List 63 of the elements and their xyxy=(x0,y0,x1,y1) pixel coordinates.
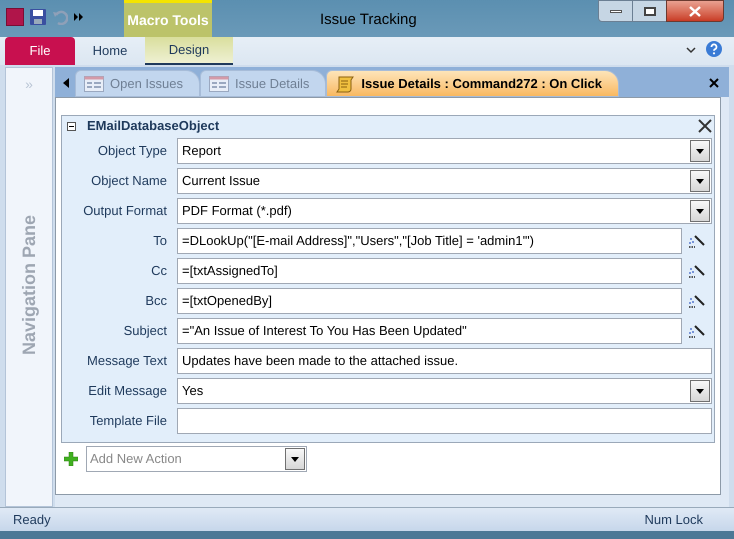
num-lock-indicator: Num Lock xyxy=(644,510,703,529)
help-icon[interactable] xyxy=(706,41,722,57)
collapse-toggle[interactable] xyxy=(67,122,76,130)
scroll-icon xyxy=(335,74,356,92)
add-action-input[interactable]: Add New Action xyxy=(87,449,285,469)
dropdown-button[interactable] xyxy=(690,140,710,162)
customize-toolbar-icon[interactable] xyxy=(74,13,84,21)
status-text: Ready xyxy=(13,510,51,529)
app-logo xyxy=(6,8,24,26)
close-icon xyxy=(689,6,701,16)
builder-wand-icon[interactable] xyxy=(688,263,706,279)
argument-field[interactable]: =[txtOpenedBy] xyxy=(177,288,682,314)
argument-field[interactable] xyxy=(177,408,712,434)
argument-dropdown[interactable]: Report xyxy=(177,138,712,164)
maximize-button[interactable] xyxy=(633,0,666,22)
add-action-dropdown[interactable]: Add New Action xyxy=(86,446,307,472)
caret-icon xyxy=(696,208,704,214)
window-title: Issue Tracking xyxy=(320,10,417,30)
contextual-group-label: Macro Tools xyxy=(127,10,209,30)
caret-icon xyxy=(291,456,299,462)
dropdown-button[interactable] xyxy=(285,448,305,470)
form-icon xyxy=(84,76,104,92)
dropdown-button[interactable] xyxy=(690,200,710,222)
action-name: EMailDatabaseObject xyxy=(87,117,220,136)
argument-field[interactable]: =[txtAssignedTo] xyxy=(177,258,682,284)
argument-label: Edit Message xyxy=(87,382,168,400)
argument-label: To xyxy=(152,232,168,250)
ribbon-tab[interactable]: Design xyxy=(145,37,233,65)
argument-dropdown[interactable]: Yes xyxy=(177,378,712,404)
form-icon xyxy=(209,76,229,92)
close-button[interactable] xyxy=(666,0,724,22)
argument-field[interactable]: =DLookUp("[E-mail Address]","Users","[Job Title] = 'admin1'") xyxy=(177,228,682,254)
caret-icon xyxy=(696,148,704,154)
ribbon-tab[interactable]: Home xyxy=(75,37,145,65)
document-tab[interactable]: Issue Details : Command272 : On Click xyxy=(326,70,619,97)
scroll-left-icon[interactable] xyxy=(63,78,69,88)
minimize-button[interactable] xyxy=(598,0,633,22)
dropdown-button[interactable] xyxy=(690,380,710,402)
argument-label: Cc xyxy=(150,262,168,280)
argument-label: Object Name xyxy=(90,172,168,190)
ribbon-tab[interactable]: File xyxy=(5,37,75,65)
argument-dropdown[interactable]: PDF Format (*.pdf) xyxy=(177,198,712,224)
argument-field[interactable]: Updates have been made to the attached issue. xyxy=(177,348,712,374)
navigation-pane-label: Navigation Pane xyxy=(18,215,40,356)
argument-label: Template File xyxy=(88,412,168,430)
dropdown-button[interactable] xyxy=(690,170,710,192)
builder-wand-icon[interactable] xyxy=(688,293,706,309)
builder-wand-icon[interactable] xyxy=(688,233,706,249)
caret-icon xyxy=(696,178,704,184)
argument-dropdown[interactable]: Current Issue xyxy=(177,168,712,194)
argument-label: Output Format xyxy=(82,202,168,220)
caret-icon xyxy=(696,388,704,394)
builder-wand-icon[interactable] xyxy=(688,323,706,339)
close-tab-icon[interactable] xyxy=(709,78,719,88)
argument-field[interactable]: ="An Issue of Interest To You Has Been Updated" xyxy=(177,318,682,344)
argument-label: Subject xyxy=(122,322,168,340)
save-icon[interactable] xyxy=(30,9,46,25)
argument-label: Object Type xyxy=(96,142,168,160)
delete-icon[interactable] xyxy=(698,119,712,133)
chevron-down-icon[interactable] xyxy=(686,47,696,54)
argument-label: Message Text xyxy=(86,352,168,370)
add-icon xyxy=(64,452,78,466)
argument-label: Bcc xyxy=(144,292,168,310)
